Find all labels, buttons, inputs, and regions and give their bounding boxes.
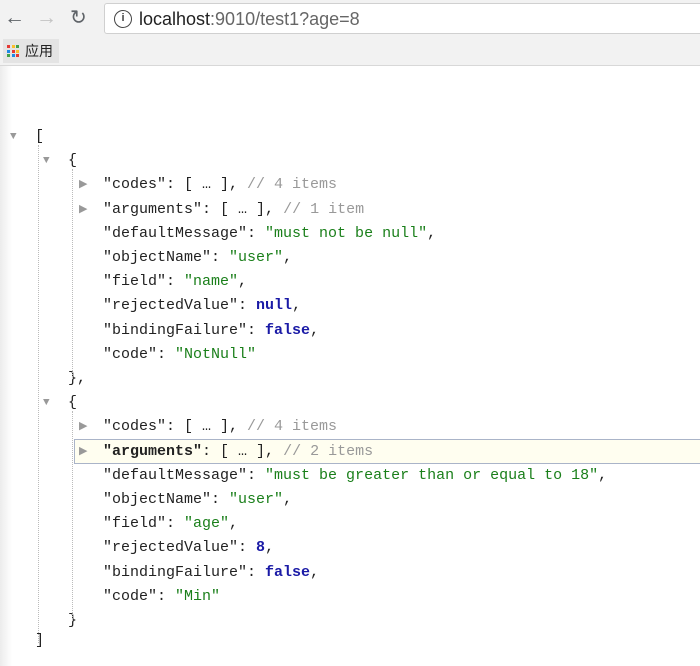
property-key[interactable]: "bindingFailure" <box>103 322 247 339</box>
property-value: "NotNull" <box>175 345 257 363</box>
property-key[interactable]: "objectName" <box>103 249 211 266</box>
apps-grid-icon <box>7 45 19 57</box>
collapsed-summary[interactable]: [ … ], <box>220 201 283 218</box>
collapsed-summary[interactable]: [ … ], <box>184 176 247 193</box>
json-property: "defaultMessage": "must not be null", <box>103 224 437 242</box>
property-key[interactable]: "defaultMessage" <box>103 467 247 484</box>
json-property: "field": "age", <box>103 515 239 533</box>
json-property: "arguments": [ … ], // 2 items <box>103 442 374 460</box>
property-value: false <box>265 321 311 339</box>
item-count-comment: // 4 items <box>247 418 338 436</box>
json-property: "defaultMessage": "must be greater than … <box>103 466 608 484</box>
collapse-toggle-icon[interactable]: ▶ <box>79 440 87 464</box>
property-key[interactable]: "bindingFailure" <box>103 564 247 581</box>
property-key[interactable]: "field" <box>103 273 166 290</box>
indent-guide <box>72 411 73 619</box>
property-key[interactable]: "rejectedValue" <box>103 539 238 556</box>
json-property: "bindingFailure": false, <box>103 321 320 339</box>
property-key[interactable]: "defaultMessage" <box>103 225 247 242</box>
object-close-brace: }, <box>68 367 86 391</box>
property-key[interactable]: "arguments" <box>103 443 202 460</box>
json-property: "codes": [ … ], // 4 items <box>103 176 338 194</box>
property-value: null <box>256 297 293 315</box>
indent-guide <box>72 169 73 377</box>
property-value: "must be greater than or equal to 18" <box>265 466 599 484</box>
item-count-comment: // 4 items <box>247 176 338 194</box>
back-arrow-icon[interactable]: ← <box>4 6 25 30</box>
item-count-comment: // 1 item <box>283 200 365 218</box>
url-text[interactable]: localhost:9010/test1?age=8 <box>139 9 360 30</box>
property-value: 8 <box>256 539 266 557</box>
json-property: "arguments": [ … ], // 1 item <box>103 200 365 218</box>
property-value: "age" <box>184 515 230 533</box>
reload-icon[interactable]: ↻ <box>70 6 87 30</box>
json-property: "rejectedValue": 8, <box>103 539 275 557</box>
collapse-toggle-icon[interactable]: ▶ <box>79 198 87 222</box>
info-icon[interactable]: i <box>114 10 132 28</box>
property-key[interactable]: "objectName" <box>103 491 211 508</box>
bracket: ] <box>35 632 45 650</box>
collapsed-summary[interactable]: [ … ], <box>220 443 283 460</box>
array-close-bracket: ] <box>35 629 44 653</box>
apps-label: 应用 <box>25 43 53 59</box>
expand-toggle-icon[interactable]: ▼ <box>10 125 17 149</box>
json-property: "codes": [ … ], // 4 items <box>103 418 338 436</box>
property-key[interactable]: "field" <box>103 515 166 532</box>
json-property: "code": "Min" <box>103 587 221 605</box>
expand-toggle-icon[interactable]: ▼ <box>43 391 50 415</box>
json-property: "field": "name", <box>103 273 248 291</box>
json-viewer-page: ▼[▼{▶ "codes": [ … ], // 4 items ▶ "argumen… <box>0 66 700 666</box>
json-property: "rejectedValue": null, <box>103 297 302 315</box>
brace: { <box>68 394 78 412</box>
apps-button[interactable]: 应用 <box>3 39 59 63</box>
address-bar[interactable]: i localhost:9010/test1?age=8 <box>104 3 700 34</box>
json-property: "code": "NotNull" <box>103 345 257 363</box>
property-value: "must not be null" <box>265 224 428 242</box>
collapse-toggle-icon[interactable]: ▶ <box>79 173 87 197</box>
property-key[interactable]: "rejectedValue" <box>103 297 238 314</box>
property-key[interactable]: "code" <box>103 588 157 605</box>
brace: }, <box>68 370 87 387</box>
property-key[interactable]: "arguments" <box>103 201 202 218</box>
json-property: "objectName": "user", <box>103 249 293 266</box>
property-key[interactable]: "code" <box>103 346 157 363</box>
property-value: "user" <box>229 491 284 508</box>
array-open-bracket: [ <box>35 125 44 149</box>
property-key[interactable]: "codes" <box>103 418 166 435</box>
brace: { <box>68 152 78 170</box>
collapsed-summary[interactable]: [ … ], <box>184 418 247 435</box>
json-property: "objectName": "user", <box>103 491 293 508</box>
indent-guide <box>38 145 39 644</box>
bracket: [ <box>35 128 45 145</box>
property-value: "user" <box>229 249 284 266</box>
property-key[interactable]: "codes" <box>103 176 166 193</box>
expand-toggle-icon[interactable]: ▼ <box>43 149 50 173</box>
item-count-comment: // 2 items <box>283 442 374 460</box>
forward-arrow-icon[interactable]: → <box>36 6 57 30</box>
url-path: :9010/test1?age=8 <box>210 9 360 29</box>
url-host: localhost <box>139 9 211 29</box>
property-value: "Min" <box>175 587 221 605</box>
browser-toolbar: ← → ↻ i localhost:9010/test1?age=8 <box>0 0 700 37</box>
bookmarks-bar: 应用 <box>0 37 700 103</box>
collapse-toggle-icon[interactable]: ▶ <box>79 415 87 439</box>
property-value: false <box>265 563 311 581</box>
property-value: "name" <box>184 273 239 291</box>
json-property: "bindingFailure": false, <box>103 563 320 581</box>
